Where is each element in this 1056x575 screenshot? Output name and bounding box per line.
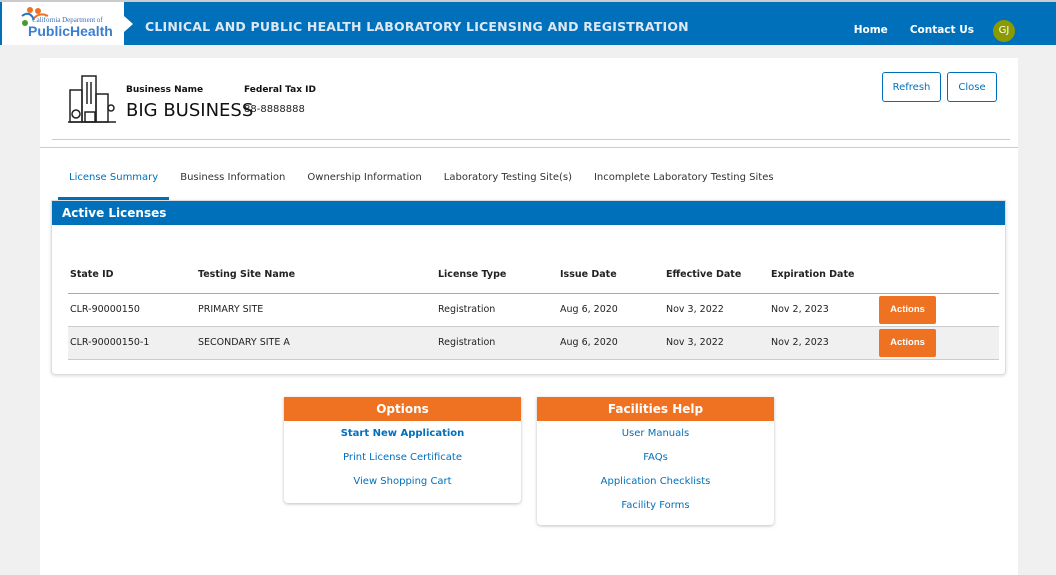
- nav-contact-us[interactable]: Contact Us: [910, 24, 974, 36]
- federal-tax-id: 88-8888888: [244, 104, 305, 115]
- start-new-application-link[interactable]: Start New Application: [284, 422, 521, 446]
- site-name: SECONDARY SITE A: [196, 326, 436, 360]
- tab-business-information[interactable]: Business Information: [169, 172, 296, 200]
- nav-home[interactable]: Home: [854, 24, 888, 36]
- logo-figures-icon: [21, 7, 49, 26]
- col-effective-date: Effective Date: [664, 257, 769, 294]
- options-title: Options: [284, 397, 521, 421]
- user-manuals-link[interactable]: User Manuals: [537, 422, 774, 446]
- effective-date: Nov 3, 2022: [664, 326, 769, 360]
- tab-incomplete-testing-sites[interactable]: Incomplete Laboratory Testing Sites: [583, 172, 785, 200]
- business-name-label: Business Name: [126, 85, 204, 95]
- building-icon: [68, 75, 116, 123]
- license-type: Registration: [436, 326, 558, 360]
- federal-tax-id-label: Federal Tax ID: [244, 85, 316, 95]
- col-actions: [877, 257, 999, 294]
- actions-button[interactable]: Actions: [879, 328, 936, 357]
- facility-forms-link[interactable]: Facility Forms: [537, 494, 774, 518]
- facilities-help-title: Facilities Help: [537, 397, 774, 421]
- facilities-help-box: Facilities Help User Manuals FAQs Applic…: [537, 397, 774, 525]
- top-bar: California Department of PublicHealth CL…: [0, 0, 1056, 45]
- view-shopping-cart-link[interactable]: View Shopping Cart: [284, 470, 521, 494]
- licenses-table: State ID Testing Site Name License Type …: [68, 257, 999, 360]
- cdph-logo[interactable]: California Department of PublicHealth: [2, 2, 124, 45]
- site-name: PRIMARY SITE: [196, 293, 436, 327]
- col-state-id: State ID: [68, 257, 196, 294]
- logo-arrow: [124, 16, 133, 32]
- state-id: CLR-90000150-1: [68, 326, 196, 360]
- active-licenses-panel: Active Licenses State ID Testing Site Na…: [51, 200, 1006, 375]
- tab-laboratory-testing-sites[interactable]: Laboratory Testing Site(s): [433, 172, 583, 200]
- print-license-certificate-link[interactable]: Print License Certificate: [284, 446, 521, 470]
- effective-date: Nov 3, 2022: [664, 293, 769, 327]
- application-checklists-link[interactable]: Application Checklists: [537, 470, 774, 494]
- tab-bar: License Summary Business Information Own…: [58, 172, 785, 200]
- col-testing-site-name: Testing Site Name: [196, 257, 436, 294]
- col-issue-date: Issue Date: [558, 257, 664, 294]
- business-name: BIG BUSINESS: [126, 100, 254, 121]
- active-licenses-title: Active Licenses: [52, 201, 1005, 225]
- refresh-button[interactable]: Refresh: [882, 72, 941, 102]
- state-id: CLR-90000150: [68, 293, 196, 327]
- col-expiration-date: Expiration Date: [769, 257, 877, 294]
- divider: [40, 147, 1018, 148]
- table-row: CLR-90000150 PRIMARY SITE Registration A…: [68, 293, 999, 327]
- divider: [52, 139, 1010, 140]
- tab-license-summary[interactable]: License Summary: [58, 172, 170, 200]
- actions-button[interactable]: Actions: [879, 295, 936, 324]
- faqs-link[interactable]: FAQs: [537, 446, 774, 470]
- col-license-type: License Type: [436, 257, 558, 294]
- app-title: CLINICAL AND PUBLIC HEALTH LABORATORY LI…: [145, 19, 689, 34]
- table-row: CLR-90000150-1 SECONDARY SITE A Registra…: [68, 326, 999, 360]
- options-box: Options Start New Application Print Lice…: [284, 397, 521, 503]
- issue-date: Aug 6, 2020: [558, 293, 664, 327]
- avatar[interactable]: GJ: [993, 20, 1015, 42]
- main-card: Business Name Federal Tax ID BIG BUSINES…: [40, 58, 1018, 575]
- license-type: Registration: [436, 293, 558, 327]
- close-button[interactable]: Close: [947, 72, 997, 102]
- expiration-date: Nov 2, 2023: [769, 326, 877, 360]
- tab-ownership-information[interactable]: Ownership Information: [296, 172, 432, 200]
- expiration-date: Nov 2, 2023: [769, 293, 877, 327]
- issue-date: Aug 6, 2020: [558, 326, 664, 360]
